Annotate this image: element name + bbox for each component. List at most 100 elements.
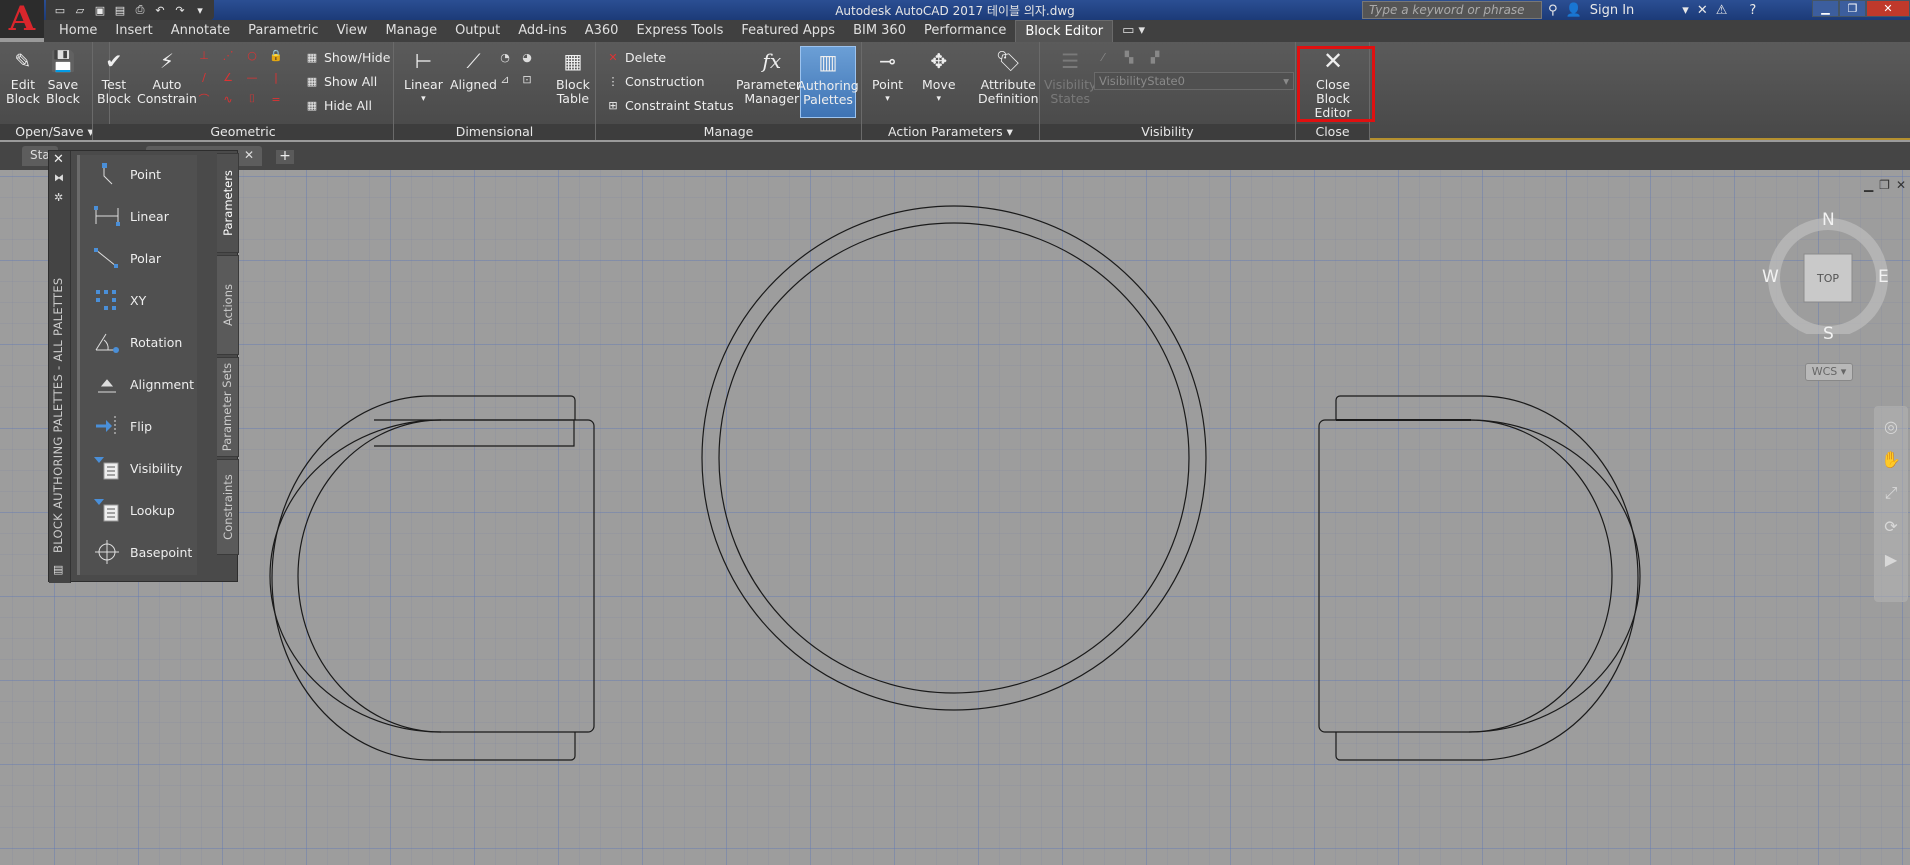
point-parameter-button[interactable]: ⊸ Point ▾ — [872, 48, 903, 106]
chevron-down-icon[interactable]: ▾ — [1682, 3, 1689, 18]
save-icon[interactable]: ▣ — [92, 3, 108, 17]
horizontal-icon[interactable]: — — [245, 70, 259, 84]
attribute-definition-button[interactable]: 🏷 Attribute Definition — [978, 48, 1039, 106]
edit-block-button[interactable]: ✎ Edit Block — [6, 48, 40, 106]
tab-annotate[interactable]: Annotate — [162, 20, 239, 42]
tab-manage[interactable]: Manage — [376, 20, 446, 42]
visibility-mode-icon[interactable]: ⁄ — [1096, 50, 1110, 64]
zoom-extents-icon[interactable]: ⤢ — [1885, 483, 1898, 503]
close-icon[interactable]: ✕ — [53, 152, 64, 167]
compass-south[interactable]: S — [1823, 324, 1834, 344]
palette-item-point[interactable]: Point — [94, 159, 161, 189]
radial-icon[interactable]: ◕ — [520, 50, 534, 64]
palette-properties-icon[interactable]: ▤ — [53, 563, 63, 576]
panel-label-close[interactable]: Close — [1296, 124, 1369, 140]
steering-wheel-icon[interactable]: ◎ — [1884, 417, 1898, 436]
application-menu-button[interactable]: A — [0, 0, 44, 39]
compass-north[interactable]: N — [1822, 210, 1835, 230]
plot-icon[interactable]: ⎙ — [132, 3, 148, 17]
binoculars-icon[interactable]: ⚲ — [1548, 3, 1558, 18]
viewcube-face-top[interactable]: TOP — [1810, 272, 1846, 285]
a360-icon[interactable]: ⚠ — [1716, 3, 1728, 18]
pan-icon[interactable]: ✋ — [1881, 450, 1901, 469]
smooth-icon[interactable]: ∿ — [221, 92, 235, 106]
compass-east[interactable]: E — [1878, 267, 1889, 287]
save-as-icon[interactable]: ▤ — [112, 3, 128, 17]
close-icon[interactable]: ✕ — [244, 148, 254, 162]
palette-settings-icon[interactable]: ✲ — [54, 191, 63, 204]
tab-bim-360[interactable]: BIM 360 — [844, 20, 915, 42]
palette-title-strip[interactable]: ✕ ⧓ ✲ BLOCK AUTHORING PALETTES - ALL PAL… — [49, 151, 71, 583]
symmetric-icon[interactable]: ⌷ — [245, 92, 259, 106]
ribbon-toggle-icon[interactable]: ▭ ▾ — [1113, 20, 1154, 42]
tab-a360[interactable]: A360 — [576, 20, 628, 42]
save-block-button[interactable]: 💾 Save Block — [46, 48, 80, 106]
open-icon[interactable]: ▱ — [72, 3, 88, 17]
coincident-icon[interactable]: ⊥ — [197, 48, 211, 62]
tangent-icon[interactable]: ⌒ — [197, 92, 211, 106]
auto-constrain-button[interactable]: ⚡ Auto Constrain — [137, 48, 197, 106]
fix-icon[interactable]: 🔒 — [269, 48, 283, 62]
customize-qat-icon[interactable]: ▾ — [192, 3, 208, 17]
close-window-button[interactable]: ✕ — [1866, 0, 1910, 17]
restore-viewport-icon[interactable]: ❐ — [1879, 178, 1890, 192]
hide-all-button[interactable]: ▦ Hide All — [305, 98, 372, 113]
user-icon[interactable]: 👤 — [1566, 3, 1582, 18]
palette-item-alignment[interactable]: Alignment — [94, 369, 194, 399]
make-visible-icon[interactable]: ▚ — [1122, 50, 1136, 64]
help-icon[interactable]: ? — [1749, 3, 1756, 18]
show-hide-button[interactable]: ▦ Show/Hide — [305, 50, 391, 65]
convert-icon[interactable]: ⊡ — [520, 72, 534, 86]
redo-icon[interactable]: ↷ — [172, 3, 188, 17]
aligned-button[interactable]: ⟋ Aligned — [450, 48, 497, 92]
palette-tab-parameters[interactable]: Parameters — [217, 153, 239, 253]
authoring-palettes-button[interactable]: ▥ Authoring Palettes — [797, 46, 859, 118]
auto-hide-icon[interactable]: ⧓ — [54, 173, 64, 184]
palette-tab-parameter-sets[interactable]: Parameter Sets — [217, 357, 239, 457]
search-input[interactable]: Type a keyword or phrase — [1362, 1, 1542, 19]
test-block-button[interactable]: ✔ Test Block — [97, 48, 131, 106]
new-icon[interactable]: ▭ — [52, 3, 68, 17]
panel-label-visibility[interactable]: Visibility — [1040, 124, 1295, 140]
palette-tab-constraints[interactable]: Constraints — [217, 459, 239, 555]
move-action-button[interactable]: ✥ Move ▾ — [922, 48, 956, 106]
equal-icon[interactable]: = — [269, 92, 283, 106]
parallel-icon[interactable]: ∕ — [197, 70, 211, 84]
viewcube[interactable]: N S E W TOP — [1762, 210, 1890, 344]
new-tab-button[interactable]: + — [276, 149, 294, 164]
panel-label-action-parameters[interactable]: Action Parameters ▾ — [862, 124, 1039, 140]
showmotion-icon[interactable]: ▶ — [1885, 550, 1897, 569]
tab-add-ins[interactable]: Add-ins — [509, 20, 575, 42]
tab-block-editor[interactable]: Block Editor — [1015, 20, 1114, 42]
tab-parametric[interactable]: Parametric — [239, 20, 327, 42]
palette-item-polar[interactable]: Polar — [94, 243, 161, 273]
diameter-icon[interactable]: ⊿ — [498, 72, 512, 86]
show-all-button[interactable]: ▦ Show All — [305, 74, 377, 89]
palette-item-rotation[interactable]: Rotation — [94, 327, 182, 357]
tab-home[interactable]: Home — [50, 20, 106, 42]
orbit-icon[interactable]: ⟳ — [1884, 517, 1897, 536]
delete-button[interactable]: ✕ Delete — [606, 50, 666, 65]
minimize-viewport-icon[interactable]: ▁ — [1864, 178, 1873, 192]
angular-icon[interactable]: ◔ — [498, 50, 512, 64]
tab-express-tools[interactable]: Express Tools — [627, 20, 732, 42]
tab-output[interactable]: Output — [446, 20, 509, 42]
wcs-menu[interactable]: WCS ▾ — [1805, 363, 1853, 381]
perpendicular-icon[interactable]: ∠ — [221, 70, 235, 84]
palette-item-xy[interactable]: XY — [94, 285, 146, 315]
palette-item-basepoint[interactable]: Basepoint — [94, 537, 192, 567]
panel-label-manage[interactable]: Manage — [596, 124, 861, 140]
minimize-button[interactable]: ▁ — [1812, 0, 1839, 17]
compass-west[interactable]: W — [1762, 267, 1779, 287]
close-viewport-icon[interactable]: ✕ — [1896, 178, 1906, 192]
palette-item-flip[interactable]: Flip — [94, 411, 152, 441]
block-table-button[interactable]: ▦ Block Table — [556, 48, 590, 106]
vertical-icon[interactable]: | — [269, 70, 283, 84]
restore-button[interactable]: ❐ — [1839, 0, 1866, 17]
palette-item-linear[interactable]: Linear — [94, 201, 169, 231]
tab-insert[interactable]: Insert — [106, 20, 161, 42]
panel-label-dimensional[interactable]: Dimensional — [394, 124, 595, 140]
visibility-state-select[interactable]: VisibilityState0 ▾ — [1094, 72, 1294, 90]
visibility-states-button[interactable]: ☰ Visibility States — [1044, 48, 1096, 106]
collinear-icon[interactable]: ⋰ — [221, 48, 235, 62]
